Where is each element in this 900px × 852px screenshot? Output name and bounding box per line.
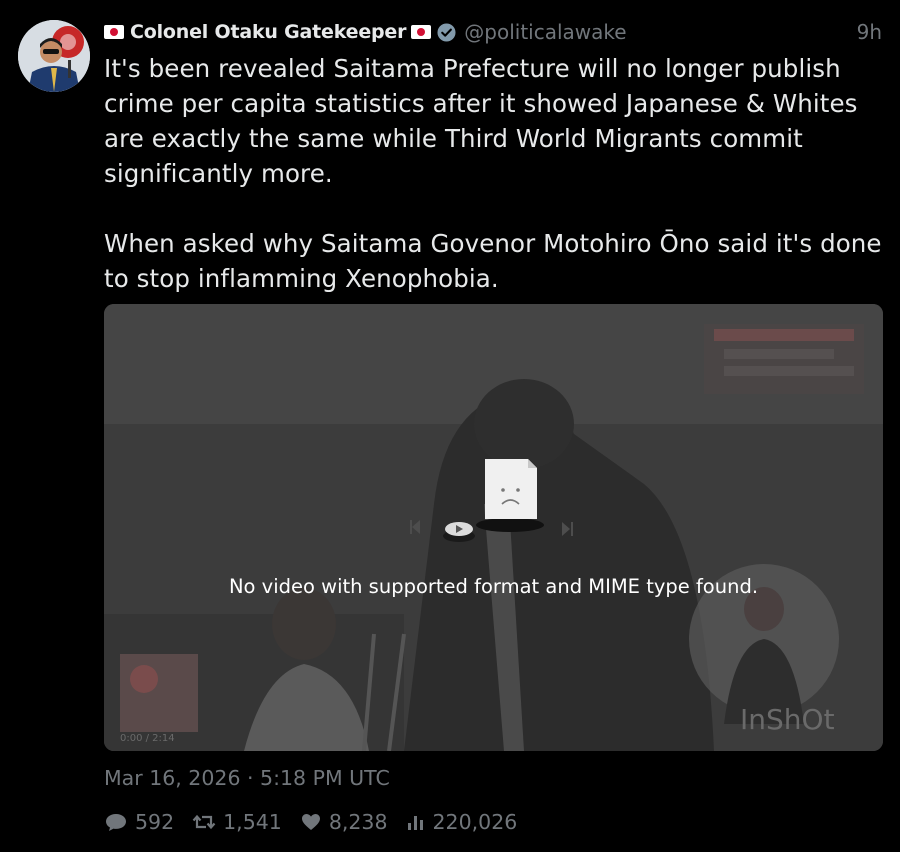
views-count: 220,026: [432, 810, 518, 834]
avatar[interactable]: [18, 20, 90, 92]
video-error-message: No video with supported format and MIME …: [228, 575, 759, 598]
reply-stat[interactable]: 592: [104, 810, 174, 834]
japan-flag-icon: [104, 25, 124, 39]
avatar-image: [18, 20, 90, 92]
engagement-stats: 592 1,541 8,238 220,026: [104, 810, 535, 834]
verified-badge-icon: [437, 22, 456, 42]
like-count: 8,238: [328, 810, 388, 834]
tweet-header: Colonel Otaku Gatekeeper @politicalawake…: [104, 18, 882, 46]
reply-count: 592: [135, 810, 175, 834]
japan-flag-icon: [411, 25, 432, 39]
retweet-count: 1,541: [223, 810, 282, 834]
skip-forward-icon[interactable]: [554, 517, 584, 541]
video-player[interactable]: InShOt 0:00 / 2:14 No video with support…: [104, 304, 883, 751]
display-name[interactable]: Colonel Otaku Gatekeeper: [130, 21, 406, 43]
views-icon: [407, 816, 423, 830]
watermark-text: InShOt: [740, 703, 835, 736]
player-time-text: 0:00 / 2:14: [120, 733, 175, 744]
tweet-text: It's been revealed Saitama Prefecture wi…: [104, 54, 882, 293]
retweet-icon: [192, 814, 216, 830]
user-handle[interactable]: @politicalawake: [464, 20, 626, 44]
retweet-stat[interactable]: 1,541: [192, 810, 282, 834]
heart-icon: [301, 814, 320, 830]
tweet: Colonel Otaku Gatekeeper @politicalawake…: [0, 0, 900, 852]
broken-file-icon: [476, 459, 544, 532]
views-stat[interactable]: 220,026: [406, 810, 518, 834]
like-stat[interactable]: 8,238: [300, 810, 388, 834]
reply-icon: [106, 814, 126, 831]
tweet-timestamp[interactable]: Mar 16, 2026 · 5:18 PM UTC: [104, 766, 390, 790]
time-ago[interactable]: 9h: [857, 20, 882, 44]
